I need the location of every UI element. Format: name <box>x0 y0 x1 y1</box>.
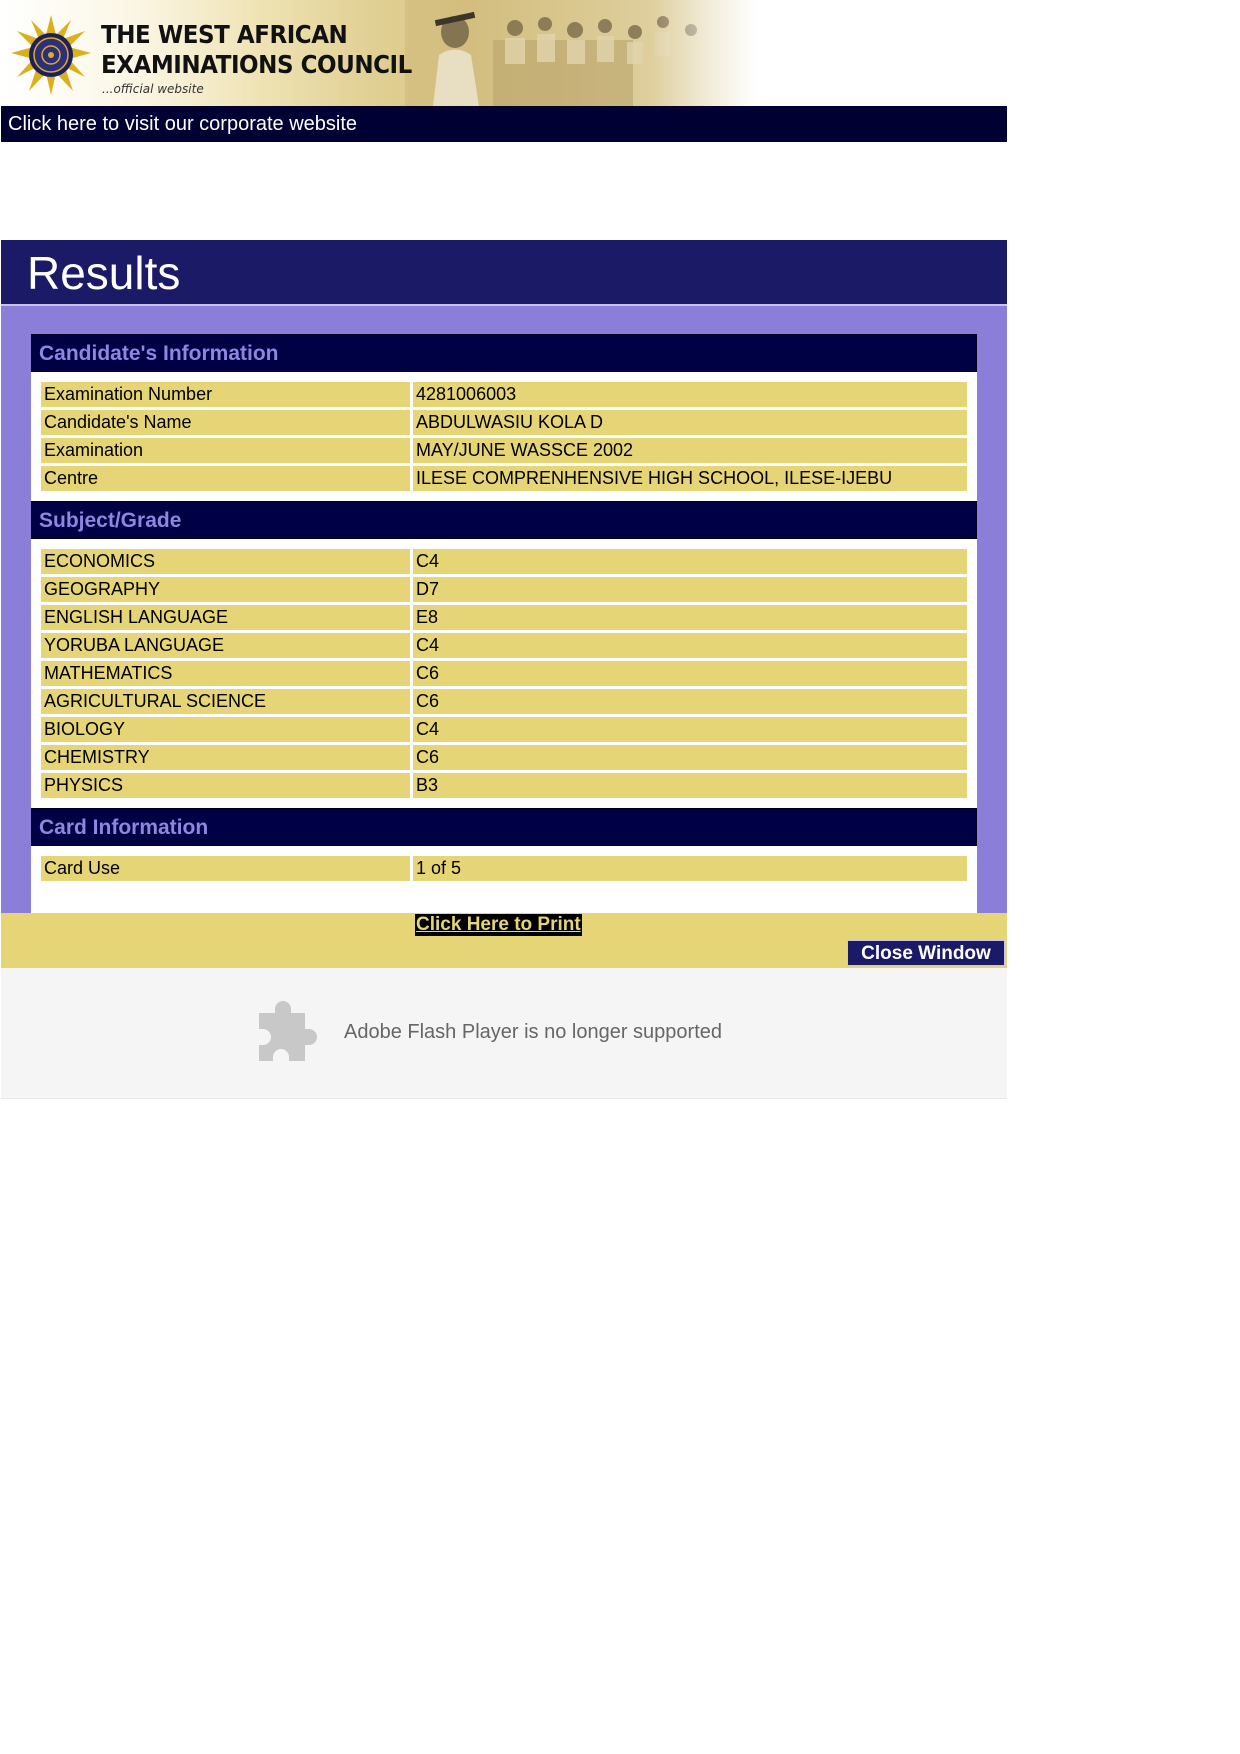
candidate-info-rows: Examination Number 4281006003 Candidate's … <box>31 372 977 501</box>
row-label: GEOGRAPHY <box>41 577 410 602</box>
row-label: Candidate's Name <box>41 410 410 435</box>
waec-logo <box>11 15 91 95</box>
result-row: ECONOMICS C4 <box>41 549 967 574</box>
card-info-heading: Card Information <box>31 808 977 846</box>
brand-subtitle: ...official website <box>102 82 204 96</box>
result-row: PHYSICS B3 <box>41 773 967 798</box>
row-label: ECONOMICS <box>41 549 410 574</box>
print-bar: Click Here to Print <box>1 913 1007 938</box>
result-row: AGRICULTURAL SCIENCE C6 <box>41 689 967 714</box>
flash-message: Adobe Flash Player is no longer supporte… <box>344 1021 723 1043</box>
result-row: Examination Number 4281006003 <box>41 382 967 407</box>
row-value: B3 <box>413 773 967 798</box>
result-row: BIOLOGY C4 <box>41 717 967 742</box>
result-row: CHEMISTRY C6 <box>41 745 967 770</box>
subject-grade-heading: Subject/Grade <box>31 501 977 539</box>
row-label: Card Use <box>41 856 410 881</box>
result-row: Candidate's Name ABDULWASIU KOLA D <box>41 410 967 435</box>
row-value: E8 <box>413 605 967 630</box>
results-title: Results <box>1 240 1007 306</box>
row-value: C6 <box>413 689 967 714</box>
row-label: PHYSICS <box>41 773 410 798</box>
puzzle-piece-icon <box>259 1001 317 1061</box>
result-row: Examination MAY/JUNE WASSCE 2002 <box>41 438 967 463</box>
result-row: ENGLISH LANGUAGE E8 <box>41 605 967 630</box>
close-window-button[interactable]: Close Window <box>847 940 1005 966</box>
row-value: 1 of 5 <box>413 856 967 881</box>
row-label: Examination Number <box>41 382 410 407</box>
result-row: Card Use 1 of 5 <box>41 856 967 881</box>
row-value: ILESE COMPRENHENSIVE HIGH SCHOOL, ILESE-… <box>413 466 967 491</box>
row-value: MAY/JUNE WASSCE 2002 <box>413 438 967 463</box>
row-value: ABDULWASIU KOLA D <box>413 410 967 435</box>
print-link[interactable]: Click Here to Print <box>415 914 582 936</box>
row-value: C6 <box>413 745 967 770</box>
subject-grade-rows: ECONOMICS C4 GEOGRAPHY D7 ENGLISH LANGUAGE E8… <box>31 539 977 808</box>
result-row: Centre ILESE COMPRENHENSIVE HIGH SCHOOL, … <box>41 466 967 491</box>
result-row: GEOGRAPHY D7 <box>41 577 967 602</box>
close-bar: Close Window <box>1 938 1007 968</box>
results-panel: Candidate's Information Examination Numb… <box>31 334 977 913</box>
row-value: C6 <box>413 661 967 686</box>
header-banner: THE WEST AFRICAN EXAMINATIONS COUNCIL ..… <box>1 0 1007 106</box>
brand-line-1: THE WEST AFRICAN <box>101 20 348 49</box>
candidate-info-heading: Candidate's Information <box>31 334 977 372</box>
row-value: C4 <box>413 549 967 574</box>
row-value: C4 <box>413 633 967 658</box>
row-label: MATHEMATICS <box>41 661 410 686</box>
row-label: ENGLISH LANGUAGE <box>41 605 410 630</box>
row-label: YORUBA LANGUAGE <box>41 633 410 658</box>
corporate-website-link[interactable]: Click here to visit our corporate websit… <box>1 106 1007 142</box>
flash-placeholder: Adobe Flash Player is no longer supporte… <box>1 968 1007 1099</box>
banner-photo <box>405 0 757 106</box>
results-frame: Candidate's Information Examination Numb… <box>1 306 1007 913</box>
row-label: AGRICULTURAL SCIENCE <box>41 689 410 714</box>
row-label: Examination <box>41 438 410 463</box>
row-value: D7 <box>413 577 967 602</box>
row-value: C4 <box>413 717 967 742</box>
row-label: BIOLOGY <box>41 717 410 742</box>
result-row: MATHEMATICS C6 <box>41 661 967 686</box>
row-label: Centre <box>41 466 410 491</box>
brand-line-2: EXAMINATIONS COUNCIL <box>101 50 412 79</box>
row-value: 4281006003 <box>413 382 967 407</box>
page: THE WEST AFRICAN EXAMINATIONS COUNCIL ..… <box>1 0 1007 1099</box>
row-label: CHEMISTRY <box>41 745 410 770</box>
card-info-rows: Card Use 1 of 5 <box>31 846 977 891</box>
brand-text: THE WEST AFRICAN EXAMINATIONS COUNCIL ..… <box>101 22 439 95</box>
result-row: YORUBA LANGUAGE C4 <box>41 633 967 658</box>
